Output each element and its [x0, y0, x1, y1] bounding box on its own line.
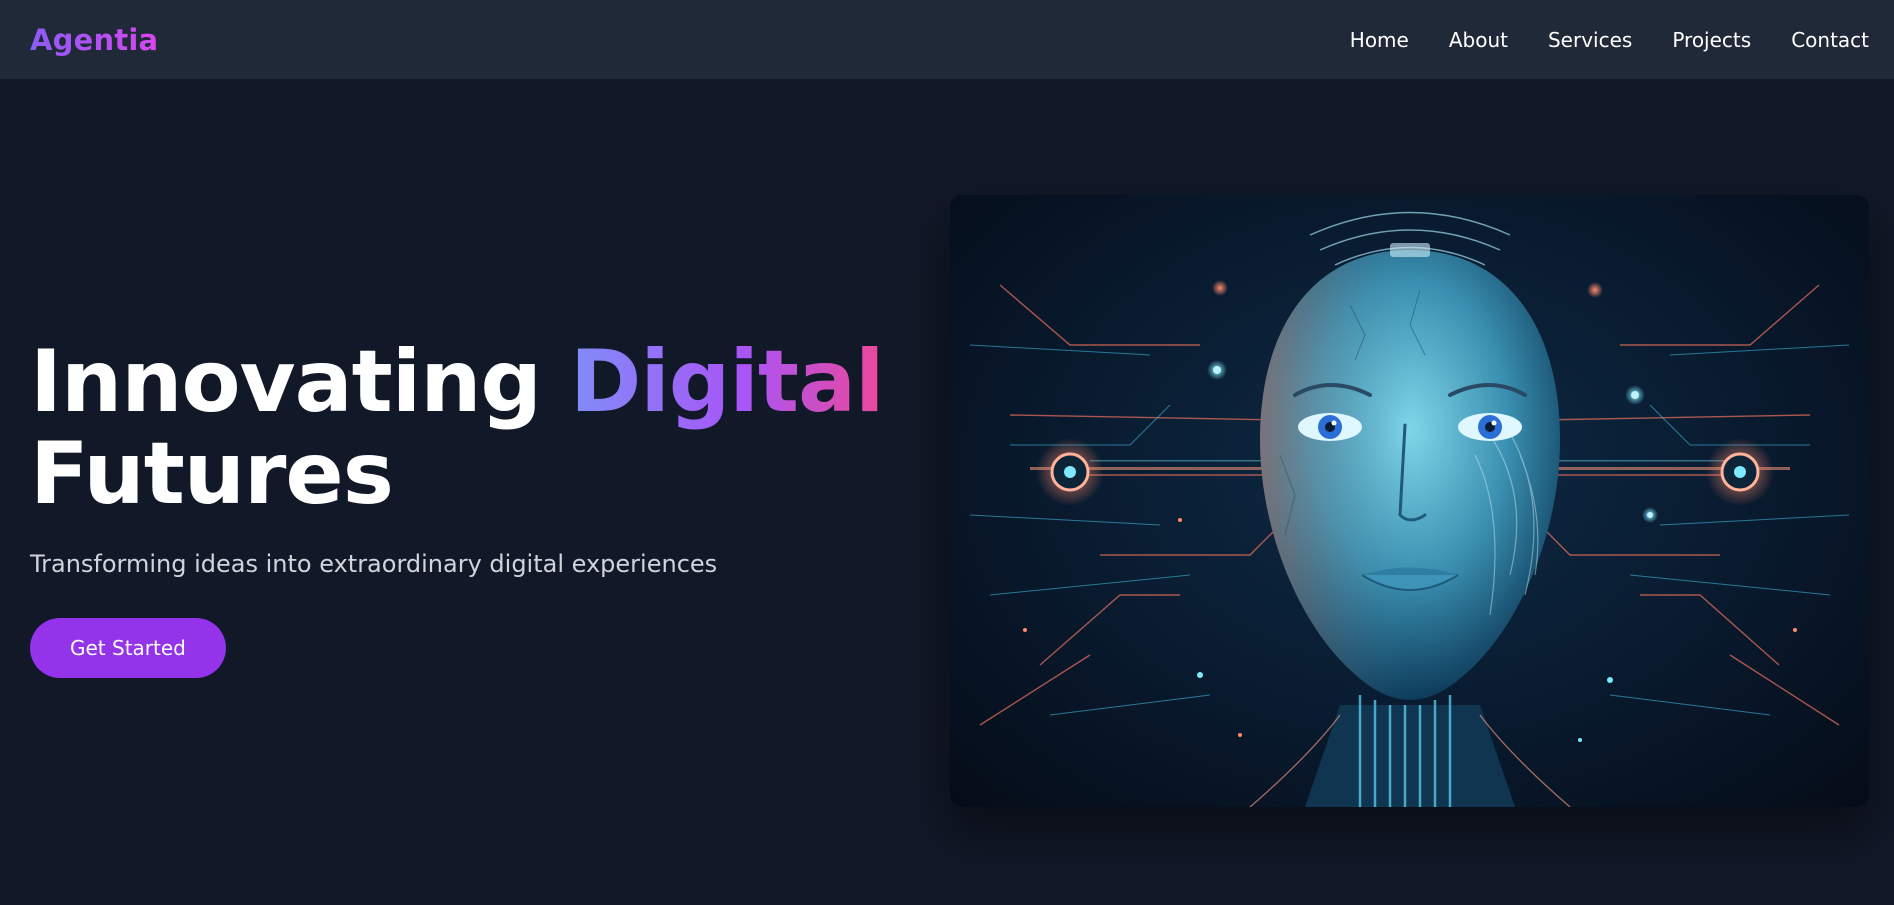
hero-subtitle: Transforming ideas into extraordinary di…: [30, 550, 718, 578]
navbar: Agentia Home About Services Projects Con…: [0, 0, 1894, 79]
headline-line2: Futures: [30, 424, 394, 524]
hero-image: [950, 195, 1869, 807]
get-started-button[interactable]: Get Started: [30, 618, 226, 678]
headline-accent: Digital: [569, 332, 885, 432]
hero-headline: Innovating Digital Futures: [30, 336, 910, 520]
nav-link-about[interactable]: About: [1449, 28, 1508, 52]
nav-link-services[interactable]: Services: [1548, 28, 1632, 52]
headline-main: Innovating: [30, 332, 570, 432]
hero-text: Innovating Digital Futures Transforming …: [30, 336, 910, 678]
nav-link-home[interactable]: Home: [1350, 28, 1409, 52]
nav-link-contact[interactable]: Contact: [1791, 28, 1869, 52]
nav-link-projects[interactable]: Projects: [1672, 28, 1751, 52]
brand-logo[interactable]: Agentia: [30, 23, 158, 57]
ai-face-illustration: [969, 211, 1850, 807]
nav-links: Home About Services Projects Contact: [1350, 28, 1869, 52]
